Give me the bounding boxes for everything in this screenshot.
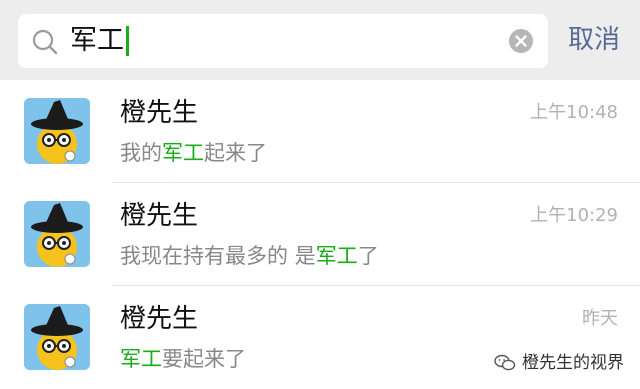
list-item[interactable]: 橙先生 上午10:48 我的军工起来了	[0, 80, 640, 182]
wizard-avatar-icon	[24, 201, 90, 267]
search-query-text: 军工	[70, 25, 124, 56]
wechat-icon	[494, 354, 516, 371]
search-results-list: 橙先生 上午10:48 我的军工起来了 橙先生 上午10:29 我现在持有最多的…	[0, 80, 640, 389]
wizard-avatar-icon	[24, 304, 90, 370]
message-highlight: 军工	[315, 244, 358, 268]
message-preview: 我现在持有最多的 是军工了	[120, 241, 379, 271]
message-text: 我的	[120, 141, 162, 165]
message-text: 起来了	[204, 141, 267, 165]
avatar	[24, 98, 90, 164]
message-preview: 军工要起来了	[120, 344, 246, 374]
message-text: 了	[357, 244, 379, 268]
contact-name: 橙先生	[120, 304, 199, 334]
avatar	[24, 304, 90, 370]
watermark: 橙先生的视界	[494, 351, 624, 375]
wizard-avatar-icon	[24, 98, 90, 164]
contact-name: 橙先生	[120, 201, 199, 231]
contact-name: 橙先生	[120, 98, 199, 128]
search-input[interactable]: 军工	[18, 14, 548, 68]
search-bar: 军工 取消	[0, 0, 640, 80]
message-time: 昨天	[582, 308, 618, 329]
message-text: 要起来了	[162, 347, 246, 371]
message-time: 上午10:48	[530, 102, 618, 123]
message-highlight: 军工	[120, 347, 162, 371]
message-time: 上午10:29	[530, 205, 618, 226]
list-item[interactable]: 橙先生 上午10:29 我现在持有最多的 是军工了	[0, 183, 640, 285]
cancel-button[interactable]: 取消	[568, 20, 620, 60]
clear-icon[interactable]	[508, 28, 534, 54]
message-text: 我现在持有最多的 是	[120, 244, 316, 268]
message-highlight: 军工	[162, 141, 204, 165]
message-preview: 我的军工起来了	[120, 138, 267, 168]
avatar	[24, 201, 90, 267]
search-icon	[32, 29, 58, 55]
search-query: 军工	[70, 24, 129, 58]
watermark-text: 橙先生的视界	[522, 353, 624, 373]
text-caret	[126, 26, 129, 56]
